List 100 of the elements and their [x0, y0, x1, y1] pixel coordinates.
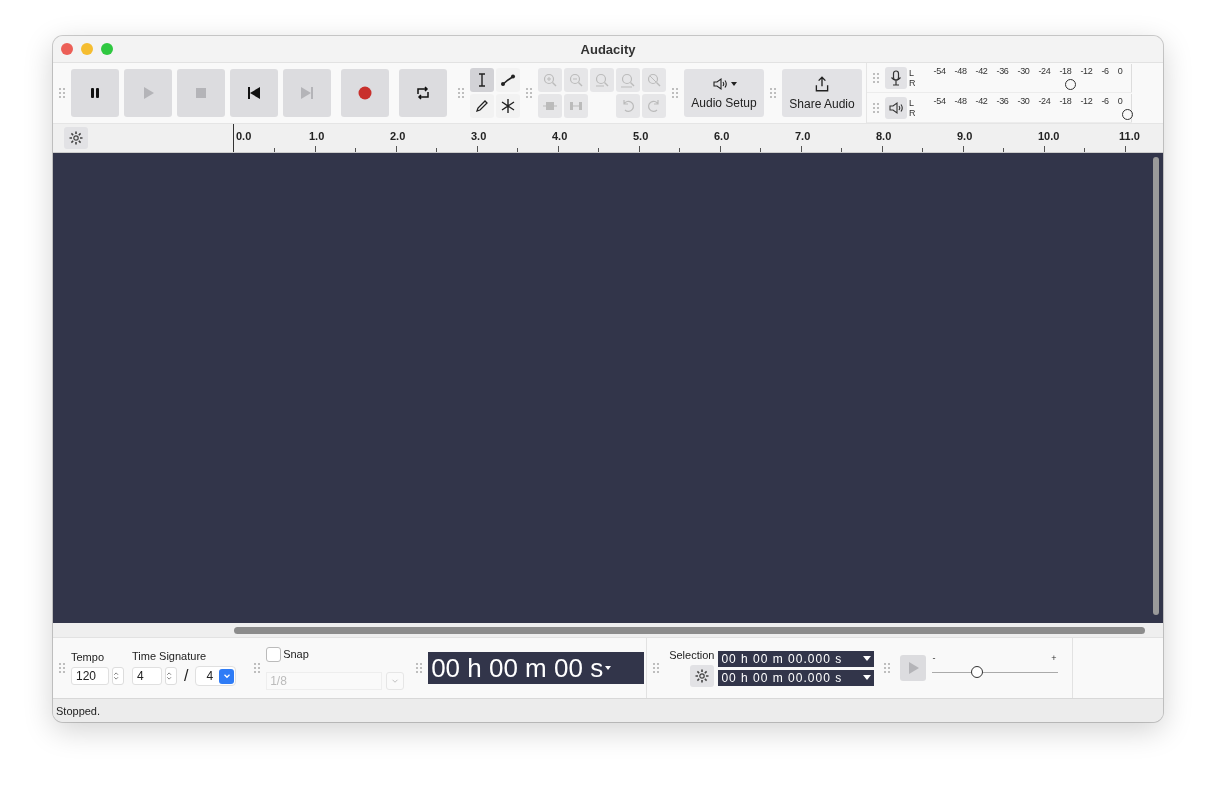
- grip-handle[interactable]: [653, 662, 660, 674]
- undo-icon: [620, 98, 636, 114]
- status-text: Stopped.: [56, 704, 101, 717]
- channel-label: L: [909, 67, 915, 78]
- ruler-label: 8.0: [876, 130, 892, 142]
- meter-tick-label: -30: [1017, 95, 1030, 106]
- audio-setup-button[interactable]: Audio Setup: [684, 69, 764, 117]
- select-tool[interactable]: [470, 68, 494, 92]
- ruler-label: 10.0: [1038, 130, 1060, 142]
- grip-handle[interactable]: [873, 101, 879, 114]
- channel-label: L: [909, 97, 915, 108]
- horizontal-scrollbar[interactable]: [234, 627, 1145, 634]
- settings-icon: [68, 130, 84, 146]
- channel-label: R: [909, 77, 916, 88]
- window-title: Audacity: [580, 41, 636, 57]
- meter-tick-label: -12: [1080, 95, 1093, 106]
- meter-tick-label: -42: [975, 95, 988, 106]
- meter-scale[interactable]: -54 -48 -42 -36 -30 -24 -18 -12 -6 0: [919, 63, 1132, 92]
- grip-handle[interactable]: [458, 87, 464, 99]
- skip-to-end-icon: [299, 85, 315, 101]
- caret-icon: [863, 675, 872, 680]
- track-area[interactable]: [53, 153, 1163, 623]
- ruler-label: 6.0: [714, 130, 730, 142]
- speaker-icon: [888, 99, 904, 116]
- slider-max-label: +: [1051, 653, 1057, 663]
- grip-handle[interactable]: [884, 662, 891, 674]
- playback-meter-button[interactable]: [885, 96, 907, 119]
- grip-handle[interactable]: [672, 87, 678, 99]
- channel-label: R: [909, 107, 916, 118]
- stop-icon: [193, 85, 209, 101]
- grip-handle[interactable]: [59, 662, 65, 674]
- selection-label: Selection: [669, 649, 715, 661]
- record-button[interactable]: [341, 69, 389, 117]
- microphone-icon: [888, 69, 904, 86]
- caret-icon: [863, 656, 872, 661]
- meter-tick-label: 0: [1117, 95, 1123, 106]
- speaker-icon: [711, 76, 728, 92]
- ruler-label: 1.0: [309, 130, 325, 142]
- ruler-label: 9.0: [957, 130, 973, 142]
- dropdown-button[interactable]: [386, 671, 405, 690]
- grip-handle[interactable]: [59, 87, 65, 99]
- meter-tick-label: -30: [1017, 65, 1030, 76]
- ruler-label: 4.0: [552, 130, 568, 142]
- tempo-field[interactable]: 120: [71, 667, 109, 685]
- meter-tick-label: -18: [1059, 65, 1072, 76]
- grip-handle[interactable]: [770, 87, 776, 99]
- meter-tick-label: -36: [996, 65, 1009, 76]
- ruler-label: 0.0: [236, 130, 252, 142]
- stepper[interactable]: [165, 667, 177, 685]
- meter-tick-label: 0: [1117, 65, 1123, 76]
- meter-tick-label: -18: [1059, 95, 1072, 106]
- beats-field[interactable]: 4: [132, 667, 162, 685]
- meter-scale[interactable]: -54 -48 -42 -36 -30 -24 -18 -12 -6 0: [919, 93, 1132, 122]
- zoom-button[interactable]: [101, 43, 113, 55]
- grip-handle[interactable]: [254, 662, 261, 674]
- pencil-icon: [474, 98, 490, 114]
- snap-label: Snap: [283, 648, 309, 660]
- loop-button[interactable]: [399, 69, 447, 117]
- envelope-tool[interactable]: [496, 68, 520, 92]
- selection-settings-button[interactable]: [690, 665, 715, 687]
- time-display[interactable]: 00 h 00 m 00 s: [428, 652, 645, 684]
- speed-slider[interactable]: - +: [932, 655, 1059, 681]
- pause-button[interactable]: [71, 69, 119, 117]
- grip-handle[interactable]: [416, 662, 423, 674]
- ruler-label: 3.0: [471, 130, 487, 142]
- timeline-settings-button[interactable]: [64, 127, 88, 149]
- ruler-label: 5.0: [633, 130, 649, 142]
- share-audio-button[interactable]: Share Audio: [782, 69, 862, 117]
- settings-icon: [694, 668, 711, 684]
- grip-handle[interactable]: [873, 71, 879, 84]
- share-icon: [813, 75, 831, 93]
- zoom-in-icon: [542, 72, 558, 88]
- multi-tool[interactable]: [496, 94, 520, 118]
- draw-tool[interactable]: [470, 94, 494, 118]
- separator: /: [184, 667, 189, 685]
- vertical-scrollbar[interactable]: [1153, 157, 1159, 615]
- skip-start-button[interactable]: [230, 69, 278, 117]
- selection-end-time[interactable]: 00 h 00 m 00.000 s: [718, 669, 875, 686]
- ruler-label: 11.0: [1119, 130, 1140, 142]
- slider-thumb[interactable]: [970, 666, 983, 678]
- meter-tick-label: -42: [975, 65, 988, 76]
- record-meter-button[interactable]: [885, 66, 907, 89]
- zoom-out-icon: [568, 72, 584, 88]
- stepper[interactable]: [112, 667, 124, 685]
- zoom-fit-icon: [620, 72, 636, 88]
- envelope-icon: [500, 72, 516, 88]
- caret-icon: [605, 666, 612, 670]
- note-value-dropdown[interactable]: 4: [195, 666, 237, 686]
- play-at-speed-button[interactable]: [900, 655, 927, 681]
- asterisk-icon: [500, 98, 516, 114]
- grip-handle[interactable]: [526, 87, 532, 99]
- ruler-label: 7.0: [795, 130, 811, 142]
- selection-start-time[interactable]: 00 h 00 m 00.000 s: [718, 650, 875, 667]
- meter-tick-label: -36: [996, 95, 1009, 106]
- skip-to-start-icon: [246, 85, 262, 101]
- close-button[interactable]: [61, 43, 73, 55]
- minimize-button[interactable]: [81, 43, 93, 55]
- meter-tick-label: -6: [1101, 65, 1109, 76]
- meter-tick-label: -48: [954, 95, 967, 106]
- record-icon: [357, 85, 373, 101]
